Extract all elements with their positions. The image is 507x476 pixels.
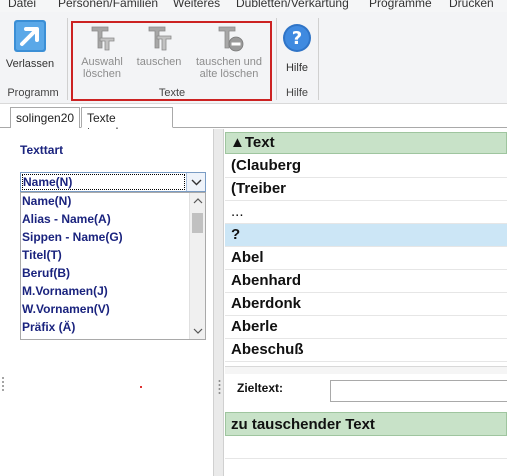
panel-splitter[interactable] xyxy=(213,129,224,476)
option-sippen-name[interactable]: Sippen - Name(G) xyxy=(22,230,123,247)
left-grip[interactable] xyxy=(0,374,6,394)
row-text: Abenhard xyxy=(231,272,302,289)
dropdown-arrow-button[interactable] xyxy=(186,173,205,191)
table-row[interactable]: Aberle xyxy=(225,316,507,339)
row-text: ? xyxy=(231,226,241,243)
row-text: (Treiber xyxy=(231,180,287,197)
zieltext-label: Zieltext: xyxy=(237,381,284,395)
option-m-vornamen[interactable]: M.Vornamen(J) xyxy=(22,284,108,301)
hilfe-label: Hilfe xyxy=(285,62,308,74)
menu-datei[interactable]: Datei xyxy=(8,0,36,10)
zu-tauschender-list[interactable] xyxy=(225,436,507,476)
row-text: Aberle xyxy=(231,318,278,335)
red-marker xyxy=(140,386,142,388)
group-separator xyxy=(318,18,319,100)
option-beruf[interactable]: Beruf(B) xyxy=(22,266,70,283)
grip-icon xyxy=(2,377,4,391)
menu-drucken[interactable]: Drucken xyxy=(449,0,494,10)
option-praefix[interactable]: Präfix (Ä) xyxy=(22,320,75,337)
text-column-header[interactable]: ▲Text xyxy=(225,132,507,154)
table-row[interactable]: Abenhard xyxy=(225,270,507,293)
tab-strip: solingen20 Texte tauschen xyxy=(0,104,507,139)
grid-divider xyxy=(225,366,507,374)
texttart-options-list[interactable]: Name(N) Alias - Name(A) Sippen - Name(G)… xyxy=(20,192,206,340)
group-separator xyxy=(276,18,277,100)
table-row[interactable]: Aberdonk xyxy=(225,293,507,316)
table-row[interactable]: (Treiber xyxy=(225,178,507,201)
group-hilfe-label: Hilfe xyxy=(285,87,308,99)
dropdown-value: Name(N) xyxy=(23,175,73,189)
texte-group-highlight xyxy=(71,21,272,101)
option-name[interactable]: Name(N) xyxy=(22,194,71,211)
menu-programme[interactable]: Programme xyxy=(369,0,432,10)
table-row[interactable]: (Clauberg xyxy=(225,155,507,178)
texttart-label: Texttart xyxy=(20,143,64,157)
menu-bar: Datei Personen/Familien Weiteres Dublett… xyxy=(0,0,507,12)
row-text: Abeschuß xyxy=(231,341,304,358)
zu-tauschender-text-label: zu tauschender Text xyxy=(231,416,375,433)
splitter-grip-icon xyxy=(218,380,221,394)
menu-personen-familien[interactable]: Personen/Familien xyxy=(58,0,158,10)
option-titel[interactable]: Titel(T) xyxy=(22,248,62,265)
menu-dubletten-verkartung[interactable]: Dubletten/Verkartung xyxy=(236,0,349,10)
tab-solingen20-label: solingen20 xyxy=(16,111,75,125)
group-separator xyxy=(67,18,68,100)
help-icon: ? xyxy=(283,24,311,52)
row-text: ... xyxy=(231,203,244,220)
row-text: Aberdonk xyxy=(231,295,302,312)
ribbon: Verlassen Programm Auswahl löschen tausc… xyxy=(0,12,507,104)
table-row-selected[interactable]: ? xyxy=(225,224,507,247)
verlassen-button[interactable]: Verlassen xyxy=(2,18,58,78)
tab-texte-tauschen[interactable]: Texte tauschen xyxy=(81,107,173,139)
verlassen-label: Verlassen xyxy=(5,58,55,70)
texttart-dropdown[interactable]: Name(N) xyxy=(20,172,206,192)
zu-tauschender-text-header[interactable]: zu tauschender Text xyxy=(225,412,507,436)
scroll-up-icon xyxy=(193,198,203,204)
table-row[interactable]: Abeschuß xyxy=(225,339,507,362)
scroll-thumb[interactable] xyxy=(192,213,203,233)
group-programm-label: Programm xyxy=(7,87,59,99)
text-column-header-label: ▲Text xyxy=(230,134,275,151)
tab-solingen20[interactable]: solingen20 xyxy=(10,107,80,128)
exit-arrow-icon xyxy=(14,20,46,52)
option-alias-name[interactable]: Alias - Name(A) xyxy=(22,212,111,229)
option-w-vornamen[interactable]: W.Vornamen(V) xyxy=(22,302,110,319)
svg-text:?: ? xyxy=(292,28,302,49)
menu-weiteres[interactable]: Weiteres xyxy=(173,0,220,10)
zieltext-input[interactable] xyxy=(330,380,507,402)
row-text: (Clauberg xyxy=(231,157,302,174)
table-row[interactable]: Abel xyxy=(225,247,507,270)
list-scrollbar[interactable] xyxy=(189,193,205,339)
chevron-down-icon xyxy=(191,179,202,186)
table-row[interactable]: ... xyxy=(225,201,507,224)
row-divider xyxy=(225,458,507,459)
scroll-down-icon xyxy=(193,328,203,334)
row-text: Abel xyxy=(231,249,264,266)
hilfe-button[interactable]: ? Hilfe xyxy=(279,22,315,82)
